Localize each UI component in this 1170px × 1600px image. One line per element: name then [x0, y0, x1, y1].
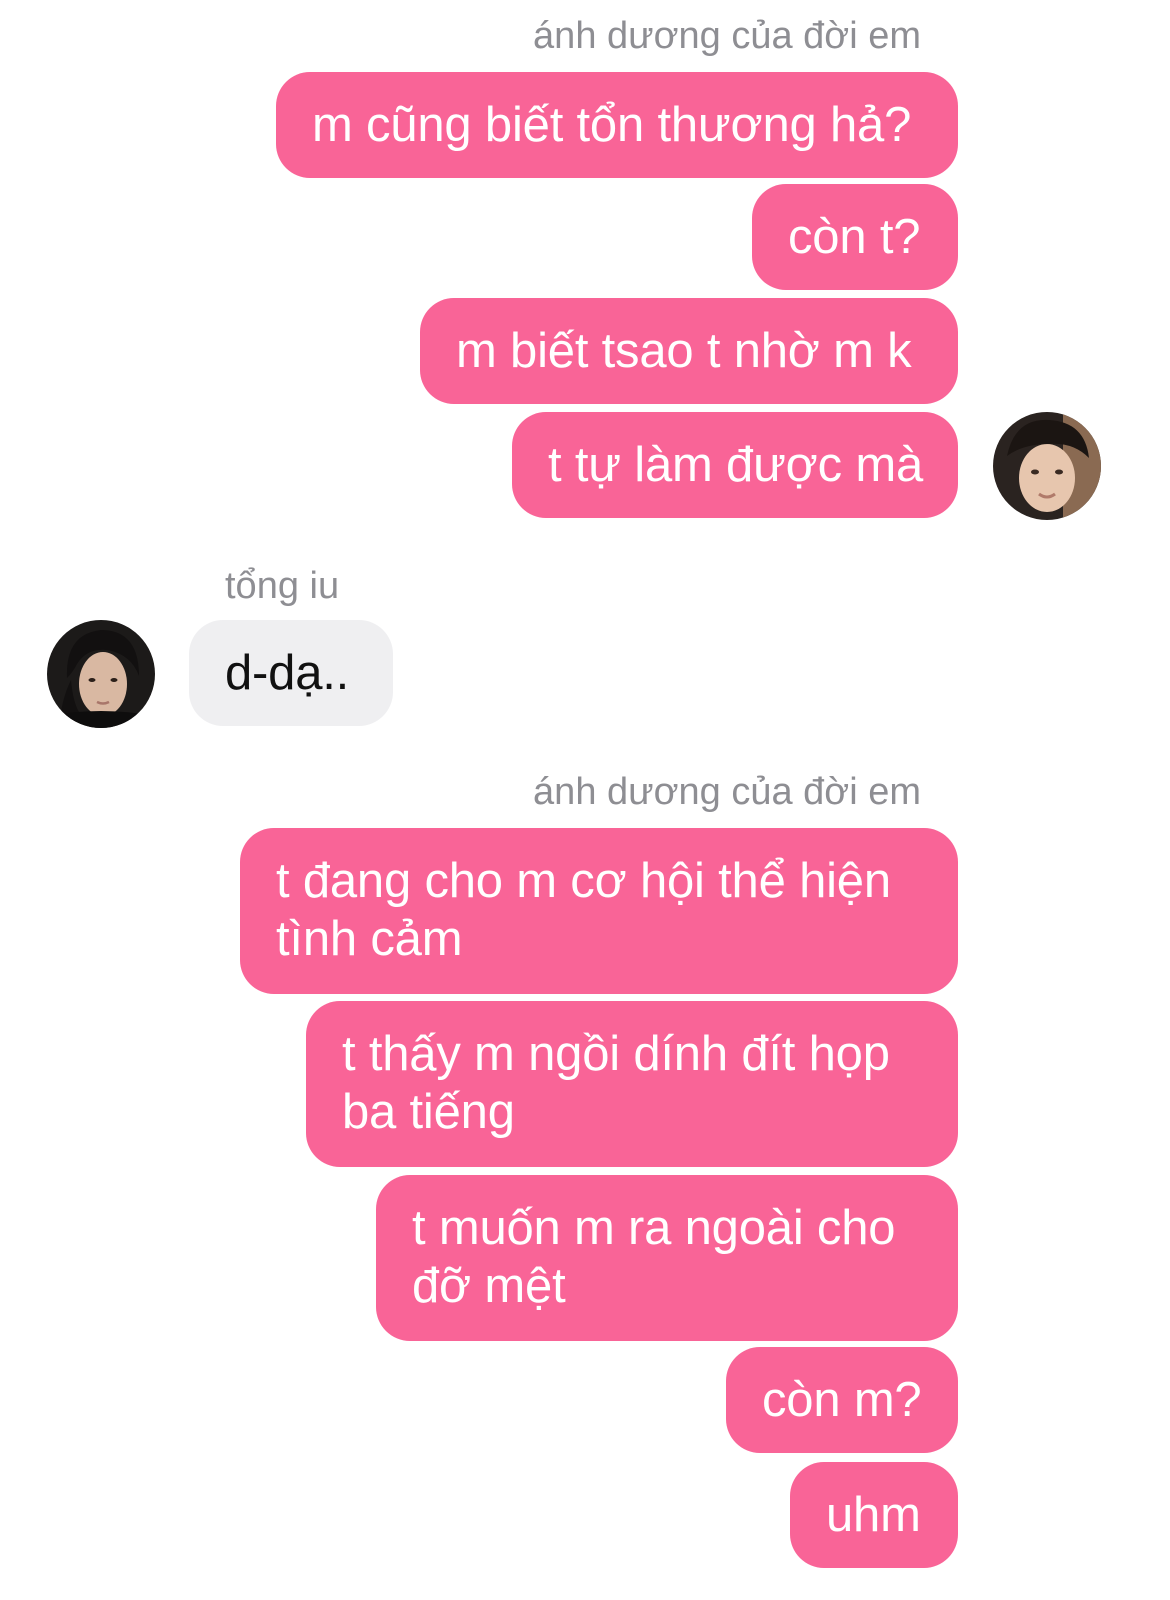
sender-avatar[interactable] — [993, 412, 1101, 520]
message-text: m cũng biết tổn thương hả? — [312, 98, 912, 152]
message-text: t tự làm được mà — [548, 438, 923, 492]
message-bubble-outgoing[interactable]: t thấy m ngồi dính đít họp ba tiếng — [306, 1001, 958, 1167]
message-text: uhm — [826, 1488, 921, 1542]
sender-name: ánh dương của đời em — [533, 15, 921, 57]
message-bubble-outgoing[interactable]: m biết tsao t nhờ m k — [420, 298, 958, 404]
message-text: t muốn m ra ngoài cho đỡ mệt — [412, 1201, 896, 1313]
message-text: t thấy m ngồi dính đít họp ba tiếng — [342, 1027, 890, 1139]
message-bubble-outgoing[interactable]: t đang cho m cơ hội thể hiện tình cảm — [240, 828, 958, 994]
message-bubble-incoming[interactable]: d-dạ.. — [189, 620, 393, 726]
message-text: t đang cho m cơ hội thể hiện tình cảm — [276, 854, 891, 966]
message-bubble-outgoing[interactable]: m cũng biết tổn thương hả? — [276, 72, 958, 178]
message-bubble-outgoing[interactable]: t muốn m ra ngoài cho đỡ mệt — [376, 1175, 958, 1341]
message-text: m biết tsao t nhờ m k — [456, 324, 912, 378]
sender-avatar[interactable] — [47, 620, 155, 728]
sender-name: tổng iu — [225, 565, 340, 607]
message-bubble-outgoing[interactable]: uhm — [790, 1462, 958, 1568]
message-text: còn m? — [762, 1373, 922, 1427]
message-bubble-outgoing[interactable]: còn m? — [726, 1347, 958, 1453]
sender-name: ánh dương của đời em — [533, 771, 921, 813]
message-text: còn t? — [788, 210, 921, 264]
message-bubble-outgoing[interactable]: còn t? — [752, 184, 958, 290]
message-bubble-outgoing[interactable]: t tự làm được mà — [512, 412, 958, 518]
message-text: d-dạ.. — [225, 646, 350, 700]
